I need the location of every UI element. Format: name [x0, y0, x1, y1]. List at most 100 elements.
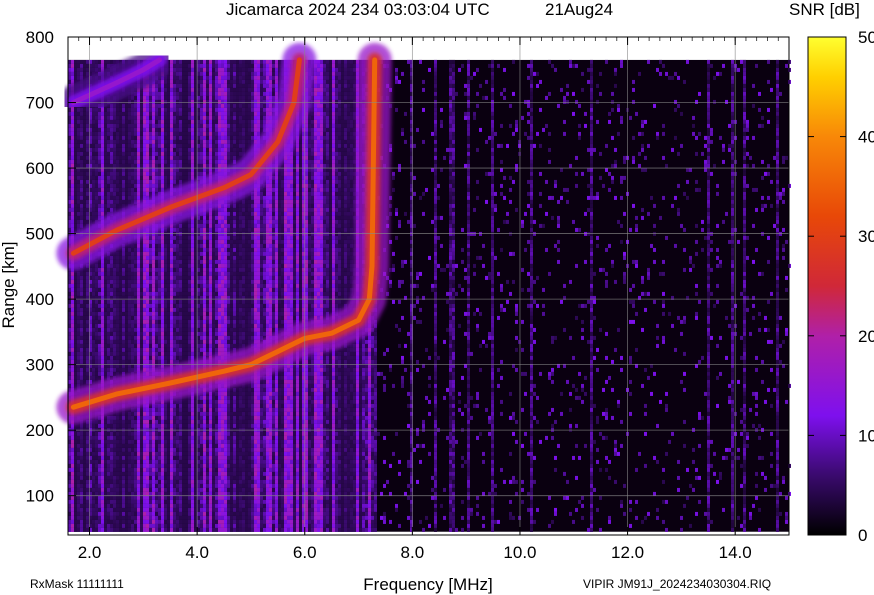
snr-pixel — [137, 519, 140, 524]
snr-pixel — [71, 147, 74, 152]
snr-pixel — [107, 275, 110, 280]
snr-pixel — [125, 419, 128, 424]
snr-pixel — [158, 99, 161, 104]
snr-pixel — [182, 459, 185, 464]
snr-pixel — [77, 355, 80, 360]
snr-pixel — [80, 195, 83, 200]
snr-pixel — [92, 263, 95, 268]
snr-pixel — [113, 419, 116, 424]
snr-pixel — [77, 475, 80, 480]
snr-pixel — [74, 383, 77, 388]
snr-pixel — [98, 371, 101, 376]
snr-pixel — [119, 495, 122, 500]
snr-pixel — [116, 351, 119, 356]
snr-pixel — [176, 319, 179, 324]
snr-pixel — [143, 339, 146, 344]
snr-pixel — [122, 247, 125, 252]
snr-pixel — [179, 155, 182, 160]
snr-pixel — [116, 455, 119, 460]
snr-pixel — [179, 99, 182, 104]
snr-pixel — [116, 343, 119, 348]
snr-pixel — [182, 239, 185, 244]
snr-pixel — [152, 515, 155, 520]
snr-pixel — [188, 243, 191, 248]
snr-pixel — [185, 463, 188, 468]
snr-pixel — [134, 527, 137, 532]
snr-pixel — [86, 511, 89, 516]
snr-pixel — [110, 519, 113, 524]
snr-pixel — [176, 511, 179, 516]
snr-pixel — [116, 195, 119, 200]
snr-pixel — [155, 119, 158, 124]
snr-pixel — [131, 255, 134, 260]
snr-pixel — [110, 339, 113, 344]
snr-pixel — [176, 179, 179, 184]
snr-pixel — [179, 347, 182, 352]
snr-pixel — [140, 107, 143, 112]
snr-pixel — [113, 303, 116, 308]
snr-pixel — [182, 151, 185, 156]
snr-pixel — [140, 351, 143, 356]
snr-pixel — [131, 315, 134, 320]
snr-pixel — [125, 523, 128, 528]
snr-pixel — [74, 355, 77, 360]
snr-pixel — [164, 103, 167, 108]
snr-pixel — [101, 287, 104, 292]
snr-pixel — [71, 355, 74, 360]
snr-pixel — [83, 339, 86, 344]
snr-pixel — [161, 143, 164, 148]
snr-pixel — [125, 127, 128, 132]
snr-pixel — [155, 343, 158, 348]
snr-pixel — [161, 471, 164, 476]
snr-pixel — [113, 139, 116, 144]
snr-pixel — [104, 123, 107, 128]
snr-pixel — [188, 263, 191, 268]
snr-pixel — [95, 315, 98, 320]
snr-pixel — [194, 75, 197, 80]
snr-pixel — [128, 339, 131, 344]
snr-pixel — [176, 115, 179, 120]
snr-pixel — [158, 487, 161, 492]
snr-pixel — [194, 103, 197, 108]
snr-pixel — [155, 439, 158, 444]
snr-pixel — [143, 255, 146, 260]
snr-pixel — [113, 127, 116, 132]
snr-pixel — [134, 327, 137, 332]
snr-pixel — [143, 499, 146, 504]
snr-pixel — [128, 431, 131, 436]
snr-pixel — [176, 331, 179, 336]
snr-pixel — [131, 147, 134, 152]
snr-pixel — [113, 307, 116, 312]
snr-pixel — [167, 247, 170, 252]
snr-pixel — [101, 283, 104, 288]
snr-pixel — [137, 479, 140, 484]
snr-pixel — [101, 59, 104, 64]
snr-pixel — [158, 243, 161, 248]
snr-pixel — [71, 71, 74, 76]
snr-pixel — [119, 483, 122, 488]
snr-pixel — [77, 203, 80, 208]
snr-pixel — [179, 227, 182, 232]
snr-pixel — [194, 131, 197, 136]
snr-pixel — [140, 291, 143, 296]
snr-pixel — [191, 59, 194, 64]
snr-pixel — [92, 171, 95, 176]
snr-pixel — [92, 463, 95, 468]
snr-pixel — [176, 63, 179, 68]
snr-pixel — [185, 355, 188, 360]
snr-pixel — [86, 179, 89, 184]
snr-pixel — [146, 411, 149, 416]
snr-pixel — [152, 519, 155, 524]
snr-pixel — [104, 415, 107, 420]
snr-pixel — [161, 351, 164, 356]
snr-pixel — [158, 159, 161, 164]
snr-pixel — [161, 287, 164, 292]
snr-pixel — [182, 135, 185, 140]
snr-pixel — [164, 451, 167, 456]
snr-pixel — [77, 63, 80, 68]
snr-pixel — [86, 527, 89, 532]
snr-pixel — [119, 479, 122, 484]
snr-pixel — [71, 67, 74, 72]
snr-pixel — [149, 255, 152, 260]
snr-pixel — [161, 347, 164, 352]
